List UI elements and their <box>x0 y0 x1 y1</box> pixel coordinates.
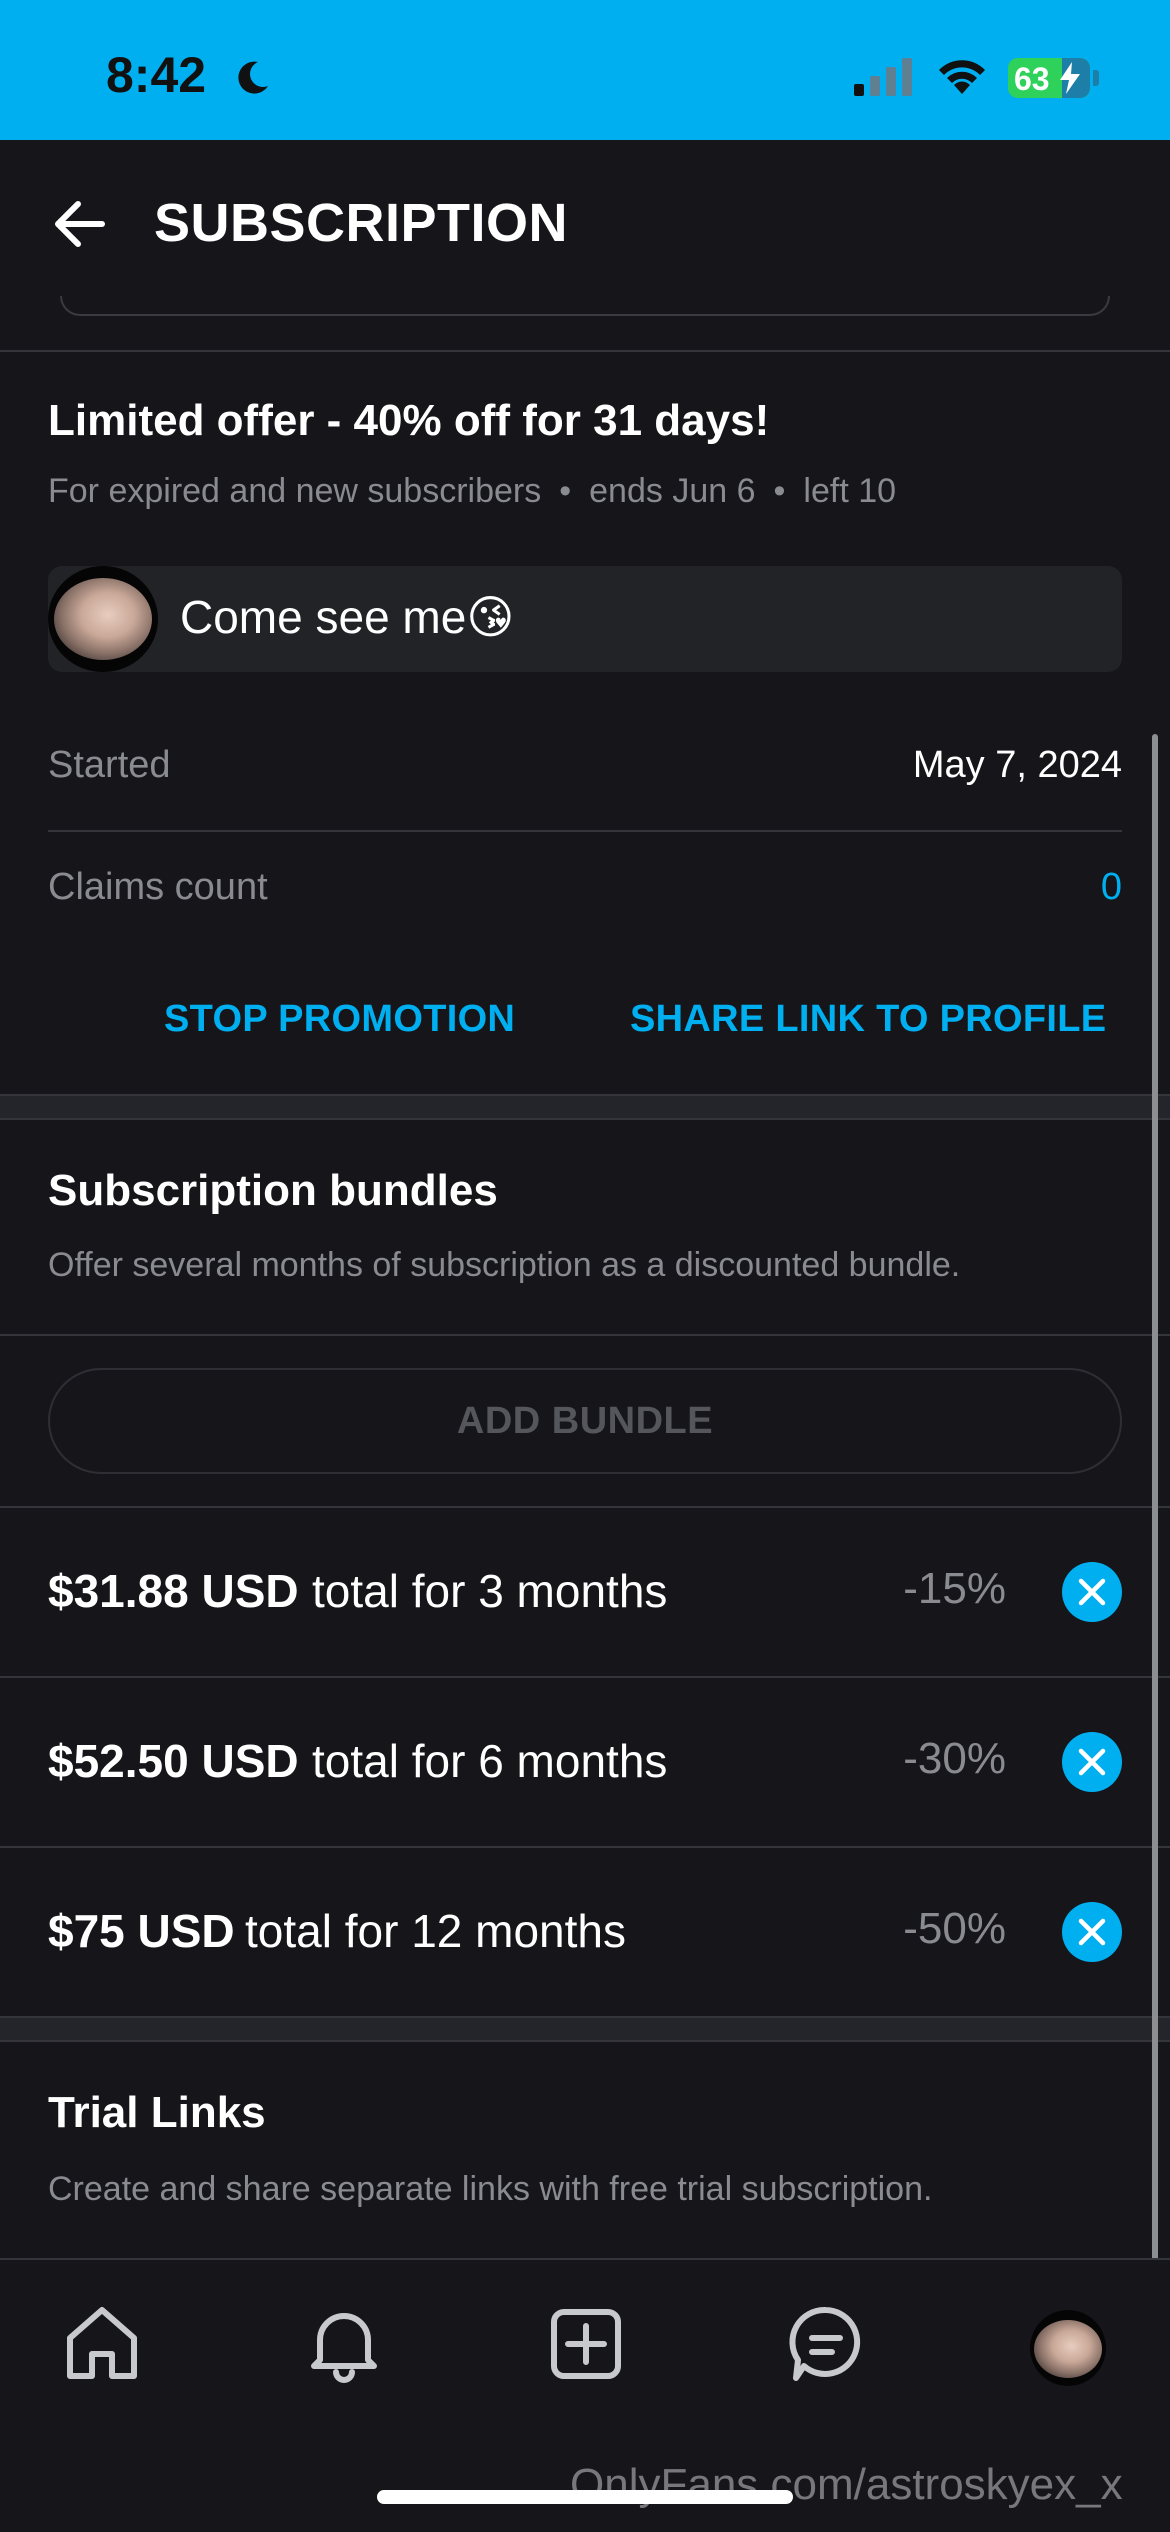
promotion-meta: For expired and new subscribers • ends Jun… <box>48 472 896 511</box>
trial-links-description: Create and share separate links with fre… <box>48 2170 933 2208</box>
meta-separator: • <box>773 472 786 510</box>
divider <box>0 1334 1170 1336</box>
stop-promotion-button[interactable]: STOP PROMOTION <box>164 998 515 1041</box>
bundle-row: $31.88 USD total for 3 months -15% <box>0 1508 1170 1678</box>
bundles-description: Offer several months of subscription as … <box>48 1246 961 1284</box>
bundles-title: Subscription bundles <box>48 1166 498 1215</box>
promotion-left: left 10 <box>803 472 897 510</box>
divider <box>0 2040 1170 2042</box>
close-icon <box>1078 1918 1106 1946</box>
avatar <box>48 566 158 672</box>
battery-charging-icon: 63 <box>1008 58 1090 98</box>
started-value: May 7, 2024 <box>912 744 1122 786</box>
page-title: SUBSCRIPTION <box>154 193 569 253</box>
share-link-to-profile-button[interactable]: SHARE LINK TO PROFILE <box>630 998 1106 1041</box>
home-indicator <box>377 2490 793 2504</box>
claims-count-value[interactable]: 0 <box>1101 866 1122 909</box>
bundle-price: $75 USD <box>48 1905 235 1957</box>
battery-level: 63 <box>1014 61 1050 97</box>
section-gap <box>0 2018 1170 2040</box>
promotion-message: Come see me😘 <box>180 591 515 643</box>
meta-separator: • <box>559 472 572 510</box>
messages-icon[interactable] <box>784 2302 868 2386</box>
bundle-discount: -30% <box>903 1734 1006 1783</box>
add-post-icon[interactable] <box>544 2302 628 2386</box>
bundle-row: $52.50 USD total for 6 months -30% <box>0 1678 1170 1848</box>
moon-icon <box>238 61 268 94</box>
remove-bundle-button[interactable] <box>1062 1562 1122 1622</box>
bundle-price: $31.88 USD <box>48 1565 299 1617</box>
home-icon[interactable] <box>60 2302 144 2386</box>
status-time: 8:42 <box>106 47 207 103</box>
wifi-icon <box>939 60 985 94</box>
app-header: SUBSCRIPTION <box>0 140 1170 308</box>
scrollbar[interactable] <box>1152 734 1158 2274</box>
promotion-audience: For expired and new subscribers <box>48 472 542 510</box>
divider <box>0 350 1170 352</box>
cellular-signal-icon <box>854 58 912 96</box>
started-label: Started <box>48 744 171 786</box>
bundle-discount: -50% <box>903 1904 1006 1953</box>
remove-bundle-button[interactable] <box>1062 1732 1122 1792</box>
promotion-ends: ends Jun 6 <box>589 472 756 510</box>
arrow-left-icon[interactable] <box>52 198 108 250</box>
promotion-title: Limited offer - 40% off for 31 days! <box>48 396 770 445</box>
status-bar: 8:42 63 <box>0 0 1170 140</box>
close-icon <box>1078 1578 1106 1606</box>
bundle-period: total for 3 months <box>312 1565 668 1617</box>
bundle-period: total for 12 months <box>245 1905 626 1957</box>
previous-section-edge <box>60 296 1110 316</box>
claims-count-label: Claims count <box>48 866 268 908</box>
bundle-price: $52.50 USD <box>48 1735 299 1787</box>
bell-icon[interactable] <box>302 2302 386 2386</box>
bundle-row: $75 USD total for 12 months -50% <box>0 1848 1170 2018</box>
profile-avatar[interactable] <box>1030 2310 1106 2386</box>
bundle-period: total for 6 months <box>312 1735 668 1787</box>
trial-links-title: Trial Links <box>48 2088 266 2137</box>
bolt-icon <box>1060 62 1080 94</box>
close-icon <box>1078 1748 1106 1776</box>
add-bundle-button[interactable]: ADD BUNDLE <box>48 1368 1122 1474</box>
divider <box>0 1118 1170 1120</box>
section-gap <box>0 1096 1170 1118</box>
bundle-discount: -15% <box>903 1564 1006 1613</box>
remove-bundle-button[interactable] <box>1062 1902 1122 1962</box>
divider <box>48 830 1122 832</box>
